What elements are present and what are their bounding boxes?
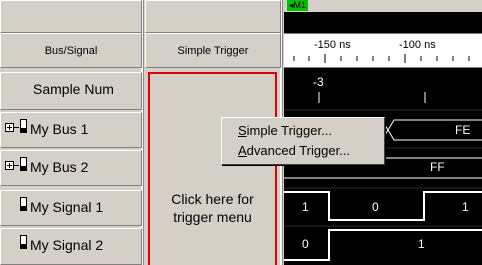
row-label: My Signal 1 [30, 199, 104, 215]
time-ruler[interactable]: -150 ns -100 ns [284, 33, 482, 68]
waveform-canvas [284, 92, 482, 261]
row-my-signal-1[interactable]: My Signal 1 [0, 190, 142, 226]
bus-1-value: FE [455, 123, 471, 137]
trigger-context-menu: Simple Trigger... Advanced Trigger... [221, 117, 385, 165]
ruler-ticks [293, 54, 470, 63]
header-spacer [0, 0, 142, 33]
simple-trigger-header[interactable]: Simple Trigger [145, 33, 281, 68]
signal-2-value: 1 [418, 237, 425, 251]
bus-icon [20, 119, 27, 133]
marker-m1-label: M1 [293, 0, 307, 10]
bus-icon [20, 157, 27, 171]
row-label: My Bus 2 [30, 159, 89, 175]
signal-1-value: 0 [372, 200, 379, 214]
signal-1-waveform [284, 191, 482, 221]
expand-icon[interactable] [5, 123, 14, 132]
trigger-hint-line2: trigger menu [173, 209, 252, 225]
marker-m1[interactable]: ◂M1 [287, 0, 309, 11]
expand-icon[interactable] [5, 161, 14, 170]
trigger-hint: Click here for trigger menu [150, 190, 275, 226]
row-my-bus-1[interactable]: My Bus 1 [0, 112, 142, 148]
row-label: My Bus 1 [30, 121, 89, 137]
bus-2-value: FF [430, 160, 445, 174]
menu-accelerator: A [238, 143, 247, 158]
bus-signal-header[interactable]: Bus/Signal [0, 33, 142, 68]
row-my-bus-2[interactable]: My Bus 2 [0, 150, 142, 186]
row-label: My Signal 2 [30, 237, 104, 253]
tree-connector [14, 127, 19, 128]
signal-2-waveform [284, 229, 482, 261]
marker-bar [284, 0, 482, 12]
menu-item-simple-trigger[interactable]: Simple Trigger... [222, 121, 384, 141]
row-label: Sample Num [33, 81, 114, 97]
menu-item-label: dvanced Trigger... [246, 143, 351, 158]
bus-signal-header-label: Bus/Signal [44, 45, 98, 57]
menu-item-label: imple Trigger... [246, 123, 332, 138]
trigger-hint-line1: Click here for [171, 191, 254, 207]
row-my-signal-2[interactable]: My Signal 2 [0, 228, 142, 265]
simple-trigger-header-label: Simple Trigger [177, 45, 249, 57]
header-spacer [145, 0, 281, 33]
trigger-cell[interactable]: Click here for trigger menu [148, 72, 277, 265]
signal-icon [20, 197, 27, 211]
row-sample-number[interactable]: Sample Num [0, 72, 142, 110]
menu-accelerator: S [238, 123, 247, 138]
sample-value: -3 [313, 75, 324, 89]
signal-1-value: 1 [302, 200, 309, 214]
signal-1-value: 1 [462, 200, 469, 214]
signal-icon [20, 235, 27, 249]
menu-item-advanced-trigger[interactable]: Advanced Trigger... [222, 141, 384, 161]
tree-connector [14, 165, 19, 166]
signal-2-value: 0 [302, 237, 309, 251]
